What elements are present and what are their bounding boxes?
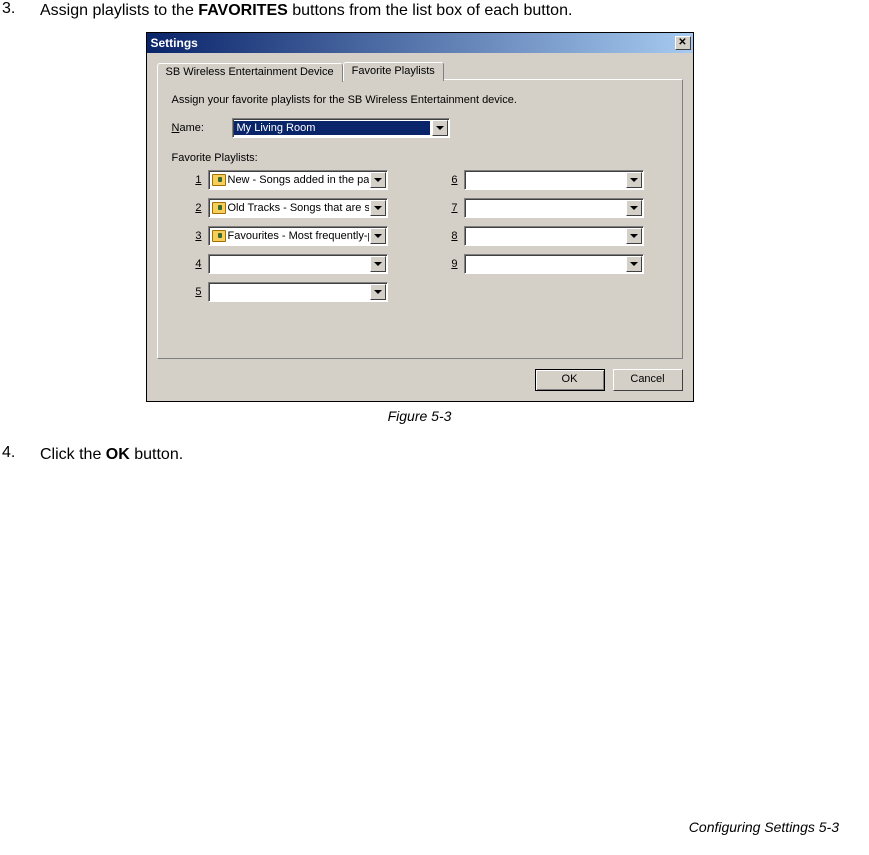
slot-number: 7 <box>448 202 458 214</box>
dropdown-arrow-icon[interactable] <box>626 200 642 216</box>
playlist-text: Favourites - Most frequently-play <box>228 230 369 242</box>
playlist-dropdown-2[interactable]: Old Tracks - Songs that are seld <box>208 198 388 218</box>
tab-device[interactable]: SB Wireless Entertainment Device <box>157 63 343 82</box>
playlist-dropdown-1[interactable]: New - Songs added in the past m <box>208 170 388 190</box>
dialog-figure: Settings ✕ SB Wireless Entertainment Dev… <box>0 32 839 402</box>
step-3-num: 3. <box>0 0 40 18</box>
step-4-text: Click the OK button. <box>40 444 839 466</box>
playlist-value: Old Tracks - Songs that are seld <box>209 201 369 215</box>
step-3-post: buttons from the list box of each button… <box>288 2 573 19</box>
settings-dialog: Settings ✕ SB Wireless Entertainment Dev… <box>146 32 694 402</box>
dropdown-arrow-icon[interactable] <box>626 256 642 272</box>
playlist-slot-7: 7 <box>448 198 644 218</box>
slots-col-left: 1 New - Songs added in the past m 2 Old Tra… <box>192 170 388 302</box>
name-label-rest: ame: <box>179 122 203 134</box>
slot-number: 6 <box>448 174 458 186</box>
name-value: My Living Room <box>234 121 430 135</box>
playlist-text: Old Tracks - Songs that are seld <box>228 202 369 214</box>
playlist-value: Favourites - Most frequently-play <box>209 229 369 243</box>
playlist-slot-4: 4 <box>192 254 388 274</box>
dropdown-arrow-icon[interactable] <box>432 120 448 136</box>
playlist-text: New - Songs added in the past m <box>228 174 369 186</box>
step-3: 3. Assign playlists to the FAVORITES but… <box>0 0 839 22</box>
tab-favorite-playlists[interactable]: Favorite Playlists <box>343 62 444 81</box>
slot-number: 3 <box>192 230 202 242</box>
slot-number: 8 <box>448 230 458 242</box>
step-3-pre: Assign playlists to the <box>40 2 198 19</box>
dropdown-arrow-icon[interactable] <box>626 172 642 188</box>
playlist-slot-1: 1 New - Songs added in the past m <box>192 170 388 190</box>
slot-number: 9 <box>448 258 458 270</box>
step-4-num: 4. <box>0 444 40 462</box>
name-label: Name: <box>172 122 232 134</box>
titlebar[interactable]: Settings ✕ <box>147 33 693 53</box>
step-4-bold: OK <box>106 446 130 463</box>
playlist-slot-3: 3 Favourites - Most frequently-play <box>192 226 388 246</box>
instruction-text: Assign your favorite playlists for the S… <box>172 94 668 106</box>
dropdown-arrow-icon[interactable] <box>370 256 386 272</box>
playlist-icon <box>212 229 226 243</box>
playlist-dropdown-8[interactable] <box>464 226 644 246</box>
playlist-dropdown-4[interactable] <box>208 254 388 274</box>
name-row: Name: My Living Room <box>172 118 668 138</box>
playlist-slot-6: 6 <box>448 170 644 190</box>
slot-number: 2 <box>192 202 202 214</box>
playlist-slot-8: 8 <box>448 226 644 246</box>
slot-number: 5 <box>192 286 202 298</box>
playlist-slot-9: 9 <box>448 254 644 274</box>
step-4-pre: Click the <box>40 446 106 463</box>
playlist-dropdown-6[interactable] <box>464 170 644 190</box>
step-3-bold: FAVORITES <box>198 2 288 19</box>
dropdown-arrow-icon[interactable] <box>370 200 386 216</box>
cancel-button[interactable]: Cancel <box>613 369 683 391</box>
dropdown-arrow-icon[interactable] <box>626 228 642 244</box>
playlist-icon <box>212 201 226 215</box>
slots-col-right: 6 7 8 9 <box>448 170 644 302</box>
dropdown-arrow-icon[interactable] <box>370 284 386 300</box>
slots-container: 1 New - Songs added in the past m 2 Old Tra… <box>172 170 668 302</box>
playlist-icon <box>212 173 226 187</box>
name-dropdown[interactable]: My Living Room <box>232 118 450 138</box>
tabs: SB Wireless Entertainment Device Favorit… <box>157 61 693 80</box>
dropdown-arrow-icon[interactable] <box>370 172 386 188</box>
button-row: OK Cancel <box>147 369 693 401</box>
ok-button[interactable]: OK <box>535 369 605 391</box>
step-3-text: Assign playlists to the FAVORITES button… <box>40 0 839 22</box>
step-4-post: button. <box>130 446 183 463</box>
playlist-slot-2: 2 Old Tracks - Songs that are seld <box>192 198 388 218</box>
slot-number: 4 <box>192 258 202 270</box>
favorite-playlists-label: Favorite Playlists: <box>172 152 668 164</box>
playlist-dropdown-5[interactable] <box>208 282 388 302</box>
playlist-dropdown-9[interactable] <box>464 254 644 274</box>
step-4: 4. Click the OK button. <box>0 444 839 466</box>
playlist-dropdown-7[interactable] <box>464 198 644 218</box>
page-footer: Configuring Settings 5-3 <box>689 819 839 835</box>
title-text: Settings <box>151 36 675 50</box>
dropdown-arrow-icon[interactable] <box>370 228 386 244</box>
tab-body: Assign your favorite playlists for the S… <box>157 79 683 359</box>
playlist-dropdown-3[interactable]: Favourites - Most frequently-play <box>208 226 388 246</box>
playlist-slot-5: 5 <box>192 282 388 302</box>
close-button[interactable]: ✕ <box>675 36 691 50</box>
slot-number: 1 <box>192 174 202 186</box>
figure-caption: Figure 5-3 <box>0 408 839 424</box>
playlist-value: New - Songs added in the past m <box>209 173 369 187</box>
